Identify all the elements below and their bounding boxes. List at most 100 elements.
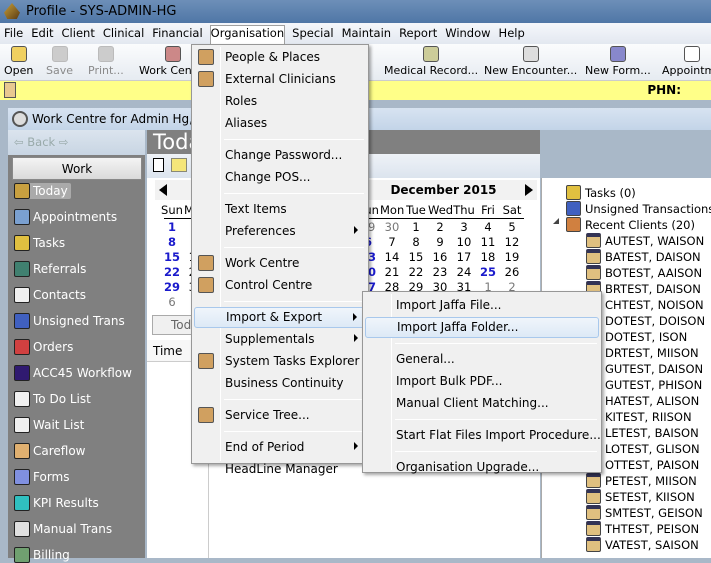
- calendar-day[interactable]: 17: [452, 250, 476, 264]
- tree-client[interactable]: BATEST, DAISON: [586, 249, 701, 264]
- menu-report[interactable]: Report: [399, 26, 437, 44]
- calendar-day[interactable]: 25: [476, 265, 500, 279]
- toolbar-new-form-button[interactable]: New Form...: [585, 46, 651, 77]
- sidebar-item-forms[interactable]: Forms: [14, 469, 69, 485]
- open-folder-icon[interactable]: [171, 158, 187, 172]
- toolbar-new-encounter-button[interactable]: New Encounter...: [484, 46, 577, 77]
- calendar-day[interactable]: 29: [160, 280, 184, 294]
- calendar-day[interactable]: 22: [404, 265, 428, 279]
- tree-client[interactable]: AUTEST, WAISON: [586, 233, 704, 248]
- tree-client[interactable]: VATEST, SAISON: [586, 537, 699, 552]
- sidebar-item-kpi-results[interactable]: KPI Results: [14, 495, 99, 511]
- tree-client[interactable]: THTEST, PEISON: [586, 521, 699, 536]
- sidebar-item-unsigned-trans[interactable]: Unsigned Trans: [14, 313, 125, 329]
- calendar-day[interactable]: 22: [160, 265, 184, 279]
- menu-item-import-export[interactable]: Import & Export: [194, 307, 366, 328]
- calendar-day[interactable]: 14: [380, 250, 404, 264]
- sidebar-item-wait-list[interactable]: Wait List: [14, 417, 84, 433]
- menu-item-people-places[interactable]: People & Places: [194, 47, 366, 68]
- menu-file[interactable]: File: [4, 26, 23, 44]
- menu-item-service-tree[interactable]: Service Tree...: [194, 405, 366, 426]
- calendar-day[interactable]: 15: [160, 250, 184, 264]
- menu-edit[interactable]: Edit: [31, 26, 53, 44]
- calendar-day[interactable]: 9: [428, 235, 452, 249]
- calendar-day[interactable]: 15: [404, 250, 428, 264]
- calendar-day[interactable]: 1: [404, 220, 428, 234]
- expand-triangle-icon[interactable]: [553, 218, 559, 224]
- calendar-day[interactable]: 3: [452, 220, 476, 234]
- sidebar-item-careflow[interactable]: Careflow: [14, 443, 86, 459]
- menu-maintain[interactable]: Maintain: [342, 26, 392, 44]
- tree-client[interactable]: BOTEST, AAISON: [586, 265, 702, 280]
- calendar-day[interactable]: 8: [404, 235, 428, 249]
- menu-item-supplementals[interactable]: Supplementals: [194, 329, 366, 350]
- menu-item-import-jaffa-folder[interactable]: Import Jaffa Folder...: [365, 317, 599, 338]
- calendar-day[interactable]: 5: [500, 220, 524, 234]
- new-document-icon[interactable]: [153, 158, 164, 172]
- sidebar-item-contacts[interactable]: Contacts: [14, 287, 86, 303]
- menu-window[interactable]: Window: [445, 26, 490, 44]
- sidebar-item-orders[interactable]: Orders: [14, 339, 73, 355]
- calendar-day[interactable]: 12: [500, 235, 524, 249]
- menu-item-start-flat-files-import-procedure[interactable]: Start Flat Files Import Procedure...: [365, 425, 601, 446]
- toolbar-save-button[interactable]: Save: [46, 46, 73, 77]
- tree-unsigned[interactable]: Unsigned Transactions (0): [566, 201, 711, 216]
- menu-item-change-pos[interactable]: Change POS...: [194, 167, 366, 188]
- menu-organisation[interactable]: Organisation: [209, 25, 286, 45]
- calendar-day[interactable]: 10: [452, 235, 476, 249]
- menu-special[interactable]: Special: [292, 26, 333, 44]
- menu-item-manual-client-matching[interactable]: Manual Client Matching...: [365, 393, 599, 414]
- tree-client[interactable]: DRTEST, MIISON: [586, 345, 699, 360]
- sidebar-item-appointments[interactable]: Appointments: [14, 209, 117, 225]
- menu-item-change-password[interactable]: Change Password...: [194, 145, 366, 166]
- sidebar-item-tasks[interactable]: Tasks: [14, 235, 65, 251]
- sidebar-item-referrals[interactable]: Referrals: [14, 261, 86, 277]
- calendar-day[interactable]: 24: [452, 265, 476, 279]
- menu-item-roles[interactable]: Roles: [194, 91, 366, 112]
- calendar-day[interactable]: 30: [380, 220, 404, 234]
- sidebar-item-manual-trans[interactable]: Manual Trans: [14, 521, 112, 537]
- menu-item-external-clinicians[interactable]: External Clinicians: [194, 69, 366, 90]
- calendar-day[interactable]: 4: [476, 220, 500, 234]
- calendar-day[interactable]: 7: [380, 235, 404, 249]
- work-button[interactable]: Work: [12, 157, 142, 180]
- calendar-day[interactable]: 23: [428, 265, 452, 279]
- calendar-day[interactable]: 16: [428, 250, 452, 264]
- tree-client[interactable]: OTTEST, PAISON: [586, 457, 699, 472]
- tree-client[interactable]: BRTEST, DAISON: [586, 281, 701, 296]
- menu-help[interactable]: Help: [499, 26, 525, 44]
- toolbar-appointme-button[interactable]: Appointme: [662, 46, 711, 77]
- sidebar-item-today[interactable]: Today: [14, 183, 71, 199]
- sidebar-item-billing[interactable]: Billing: [14, 547, 70, 563]
- calendar-day[interactable]: 11: [476, 235, 500, 249]
- calendar-day[interactable]: 19: [500, 250, 524, 264]
- menu-item-business-continuity[interactable]: Business Continuity: [194, 373, 366, 394]
- tree-client[interactable]: DOTEST, DOISON: [586, 313, 705, 328]
- tree-client[interactable]: PETEST, MIISON: [586, 473, 697, 488]
- menu-item-system-tasks-explorer[interactable]: System Tasks Explorer: [194, 351, 366, 372]
- menu-item-general[interactable]: General...: [365, 349, 599, 370]
- calendar-day[interactable]: 18: [476, 250, 500, 264]
- back-button[interactable]: ⇦ Back ⇨: [8, 130, 145, 155]
- menu-item-import-jaffa-file[interactable]: Import Jaffa File...: [365, 295, 599, 316]
- tree-client[interactable]: SETEST, KIISON: [586, 489, 695, 504]
- tree-tasks[interactable]: Tasks (0): [566, 185, 636, 200]
- calendar-day[interactable]: 2: [428, 220, 452, 234]
- tree-client[interactable]: GUTEST, PHISON: [586, 377, 702, 392]
- toolbar-open-button[interactable]: Open: [4, 46, 33, 77]
- next-month-arrow[interactable]: [525, 184, 533, 196]
- calendar-day[interactable]: 8: [160, 235, 184, 249]
- menu-item-preferences[interactable]: Preferences: [194, 221, 366, 242]
- calendar-day[interactable]: 26: [500, 265, 524, 279]
- menu-clinical[interactable]: Clinical: [103, 26, 144, 44]
- menu-item-text-items[interactable]: Text Items: [194, 199, 366, 220]
- tree-client[interactable]: LETEST, BAISON: [586, 425, 699, 440]
- sidebar-item-to-do-list[interactable]: To Do List: [14, 391, 91, 407]
- prev-month-arrow[interactable]: [159, 184, 167, 196]
- menu-item-import-bulk-pdf[interactable]: Import Bulk PDF...: [365, 371, 599, 392]
- menu-item-control-centre[interactable]: Control Centre: [194, 275, 366, 296]
- toolbar-print-button[interactable]: Print...: [88, 46, 124, 77]
- tree-client[interactable]: CHTEST, NOISON: [586, 297, 704, 312]
- tree-client[interactable]: SMTEST, GEISON: [586, 505, 703, 520]
- tree-recent[interactable]: Recent Clients (20): [566, 217, 695, 232]
